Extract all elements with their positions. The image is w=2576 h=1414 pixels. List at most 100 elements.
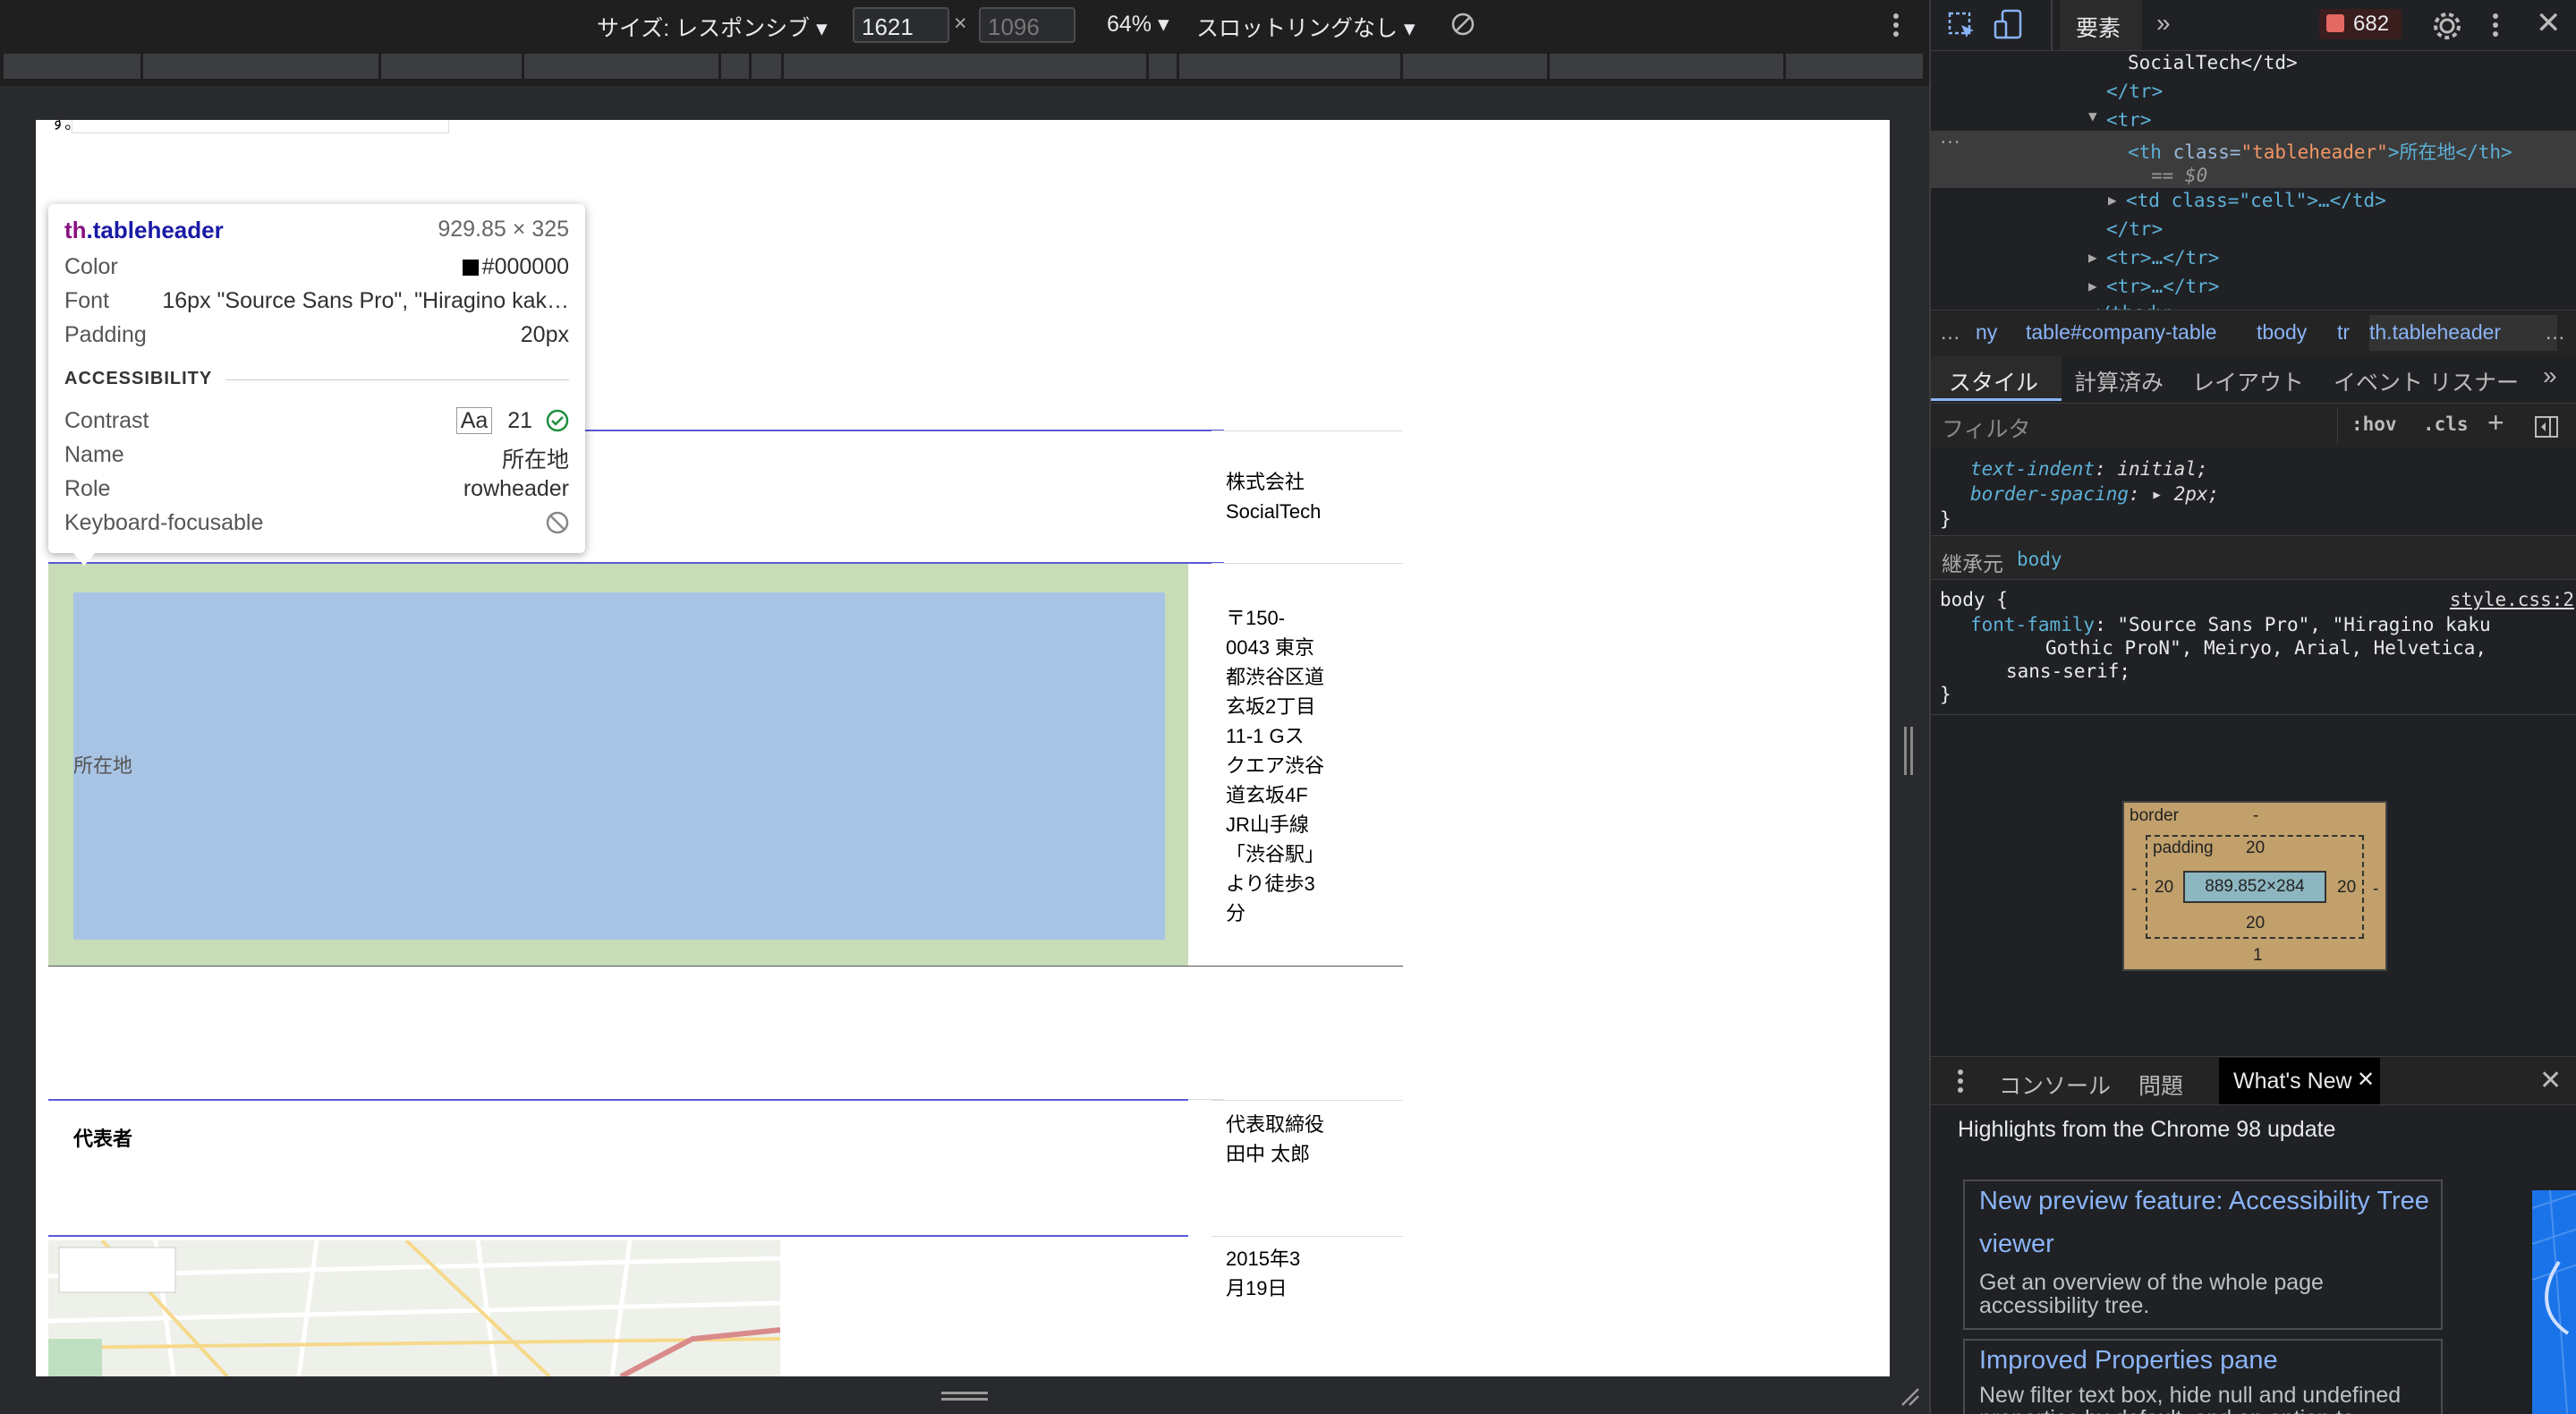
dom-line[interactable]: </tr>	[2106, 81, 2163, 102]
inherited-from-link[interactable]: body	[2017, 549, 2062, 570]
expand-arrow-icon[interactable]: ▼	[2088, 107, 2097, 124]
more-tabs-icon[interactable]: »	[2156, 9, 2171, 38]
css-property[interactable]: border-spacing	[1970, 483, 2129, 505]
resize-handle-vertical[interactable]	[1904, 727, 1915, 775]
tab-computed[interactable]: 計算済み	[2074, 365, 2164, 397]
whats-new-illustration	[2532, 1190, 2576, 1414]
node-actions-icon[interactable]: ···	[1940, 129, 1960, 153]
whats-new-card[interactable]: Improved Properties pane New filter text…	[1963, 1339, 2443, 1414]
inherited-label: 継承元	[1942, 552, 2003, 575]
dom-line[interactable]: <tr>	[2106, 109, 2152, 131]
tab-layout[interactable]: レイアウト	[2192, 365, 2304, 397]
add-style-rule-icon[interactable]: +	[2487, 406, 2504, 439]
tab-event-listeners[interactable]: イベント リスナー	[2334, 365, 2519, 397]
bm-border-value[interactable]: -	[2253, 806, 2258, 826]
css-value[interactable]: "Source Sans Pro", "Hiragino kaku	[2117, 614, 2490, 635]
rotate-icon[interactable]	[1450, 11, 1476, 38]
selected-dom-node[interactable]: ··· <th class="tableheader">所在地</th> == …	[1931, 129, 2576, 188]
selected-marker: == $0	[2151, 165, 2208, 186]
breadcrumb-item[interactable]: ny	[1976, 320, 1997, 345]
expand-arrow-icon[interactable]: ▶	[2088, 277, 2097, 294]
table-header-address: 所在地	[73, 754, 133, 777]
more-tabs-icon[interactable]: »	[2543, 362, 2557, 390]
breadcrumb-overflow-right[interactable]: …	[2545, 320, 2565, 345]
tab-issues[interactable]: 問題	[2138, 1069, 2183, 1101]
dom-line[interactable]: <tr>…</tr>	[2106, 247, 2219, 268]
bm-border-bottom[interactable]: 1	[2253, 946, 2263, 966]
breadcrumb-current[interactable]: th.tableheader	[2369, 315, 2557, 351]
tooltip-tag: th	[64, 217, 87, 243]
media-query-bar[interactable]	[0, 50, 1929, 86]
whats-new-desc: Get an overview of the whole page	[1979, 1270, 2324, 1295]
corner-resize-icon[interactable]	[1899, 1385, 1920, 1407]
close-tab-icon[interactable]: ✕	[2357, 1067, 2375, 1093]
dimension-times: ×	[954, 11, 967, 36]
bm-margin-left[interactable]: -	[2131, 880, 2137, 899]
error-badge[interactable]: 682	[2319, 9, 2402, 39]
dom-line[interactable]: <td class="cell">…</td>	[2126, 190, 2386, 211]
whats-new-link[interactable]: Improved Properties pane	[1979, 1346, 2278, 1376]
height-input[interactable]: 1096	[979, 7, 1075, 43]
breadcrumb-item[interactable]: tr	[2337, 320, 2350, 345]
css-value[interactable]: initial;	[2117, 458, 2207, 480]
not-focusable-icon	[546, 511, 569, 534]
size-dropdown[interactable]: サイズ: レスポンシブ ▾	[597, 11, 828, 43]
tab-whats-new[interactable]: What's New ✕	[2219, 1058, 2380, 1104]
inspect-element-icon[interactable]	[1947, 11, 1977, 41]
device-emulation-area: サイズ: レスポンシブ ▾ 1621 × 1096 64% ▾ スロットリングな…	[0, 0, 1929, 1414]
breadcrumb-item[interactable]: tbody	[2257, 320, 2307, 345]
devtools-menu-icon[interactable]	[2489, 11, 2502, 39]
filter-input[interactable]: フィルタ	[1942, 412, 2031, 444]
bm-padding-left[interactable]: 20	[2155, 878, 2173, 898]
dom-line[interactable]: <tr>…</tr>	[2106, 276, 2219, 297]
bm-padding-bottom[interactable]: 20	[2246, 914, 2265, 933]
bm-margin-right[interactable]: -	[2373, 880, 2378, 899]
width-input[interactable]: 1621	[853, 7, 949, 43]
tooltip-size: 929.85 × 325	[438, 217, 569, 242]
dom-line[interactable]: </tr>	[2106, 218, 2163, 240]
whats-new-link-cont[interactable]: viewer	[1979, 1230, 2054, 1259]
table-cell: 株式会社	[1226, 471, 1305, 493]
tab-elements[interactable]: 要素	[2060, 0, 2142, 50]
bm-content-box[interactable]: 889.852×284	[2183, 871, 2326, 903]
drawer-menu-icon[interactable]	[1956, 1069, 1965, 1094]
expand-arrow-icon[interactable]: ▶	[2108, 192, 2117, 209]
css-rule-close: }	[1940, 508, 1951, 530]
css-property[interactable]: font-family	[1970, 614, 2095, 635]
tab-console[interactable]: コンソール	[1999, 1069, 2111, 1101]
color-swatch	[462, 260, 479, 276]
whats-new-desc: properties by default, and an option to	[1979, 1407, 2355, 1414]
tab-styles[interactable]: スタイル	[1931, 356, 2062, 401]
whats-new-link[interactable]: New preview feature: Accessibility Tree	[1979, 1187, 2429, 1216]
settings-gear-icon[interactable]	[2432, 11, 2462, 41]
close-drawer-icon[interactable]: ✕	[2539, 1065, 2562, 1096]
css-source-link[interactable]: style.css:2	[2450, 589, 2574, 610]
css-property[interactable]: text-indent	[1970, 458, 2095, 480]
styles-tabbar: スタイル 計算済み レイアウト イベント リスナー »	[1931, 356, 2576, 403]
breadcrumb-overflow-left[interactable]: …	[1940, 320, 1960, 345]
embedded-map[interactable]	[48, 1240, 780, 1376]
css-value-cont: Gothic ProN", Meiryo, Arial, Helvetica,	[2045, 637, 2487, 659]
expand-arrow-icon[interactable]: ▶	[2088, 249, 2097, 266]
class-toggle[interactable]: .cls	[2423, 413, 2469, 435]
close-devtools-icon[interactable]: ✕	[2536, 5, 2562, 41]
dom-line[interactable]: SocialTech</td>	[2128, 52, 2298, 73]
zoom-dropdown[interactable]: 64% ▾	[1107, 11, 1169, 38]
padding-value: 20px	[520, 322, 569, 347]
css-selector[interactable]: body {	[1940, 589, 2008, 610]
contrast-label: Contrast	[64, 408, 149, 433]
whats-new-desc: New filter text box, hide null and undef…	[1979, 1383, 2402, 1408]
device-toggle-icon[interactable]	[1994, 9, 2024, 41]
bm-padding-right[interactable]: 20	[2337, 878, 2356, 898]
hover-state-toggle[interactable]: :hov	[2351, 413, 2397, 435]
whats-new-card[interactable]: New preview feature: Accessibility Tree …	[1963, 1180, 2443, 1330]
sidebar-toggle-icon[interactable]	[2534, 415, 2559, 439]
dom-line[interactable]: </tbody>	[2088, 302, 2179, 310]
breadcrumb-item[interactable]: table#company-table	[2026, 320, 2217, 345]
css-value[interactable]: 2px;	[2174, 483, 2220, 505]
throttle-dropdown[interactable]: スロットリングなし ▾	[1196, 11, 1416, 43]
resize-handle-horizontal[interactable]	[941, 1392, 988, 1402]
box-model-diagram: border - - - 1 padding 20 20 20 20 889.8…	[2122, 801, 2387, 971]
bm-padding-top[interactable]: 20	[2246, 839, 2265, 858]
more-options-icon[interactable]	[1890, 11, 1902, 39]
